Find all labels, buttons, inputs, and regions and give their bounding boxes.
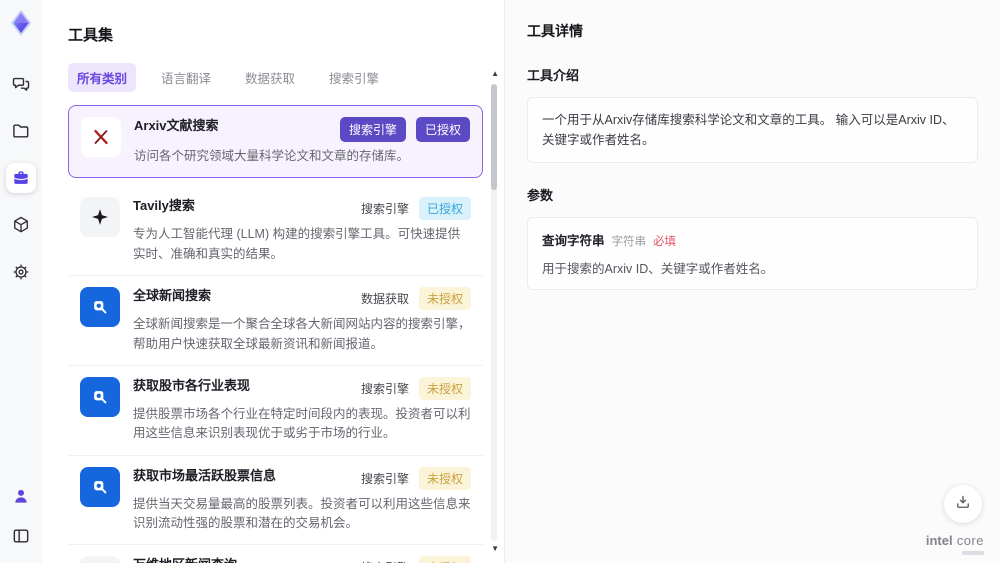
sidebar-bottom (6, 481, 36, 551)
scrollbar-track[interactable] (491, 84, 497, 541)
tool-description: 提供股票市场各个行业在特定时间段内的表现。投资者可以利用这些信息来识别表现优于或… (133, 406, 471, 441)
scroll-up-arrow[interactable]: ▲ (491, 70, 499, 78)
tool-status-badge: 未授权 (418, 466, 471, 490)
sidebar-item-chat[interactable] (6, 69, 36, 99)
arxiv-icon (81, 117, 121, 157)
tool-category-label: 搜索引擎 (339, 117, 406, 142)
brand-core: core (952, 533, 984, 548)
tool-status-badge: 已授权 (418, 197, 471, 221)
tool-status-badge: 已授权 (415, 117, 470, 142)
tool-description: 提供当天交易量最高的股票列表。投资者可以利用这些信息来识别流动性强的股票和潜在的… (133, 496, 471, 530)
intro-heading: 工具介绍 (527, 68, 580, 83)
download-icon (954, 493, 972, 516)
category-tabs: 所有类别 语言翻译 数据获取 搜索引擎 (68, 63, 484, 92)
tool-description: 全球新闻搜索是一个聚合全球各大新闻网站内容的搜索引擎，帮助用户快速获取全球最新资… (133, 317, 471, 351)
tool-card[interactable]: 获取股市各行业表现 搜索引擎 未授权 提供股票市场各个行业在特定时间段内的表现。… (68, 365, 483, 456)
toolbox-icon (11, 168, 31, 188)
sidebar-item-settings[interactable] (6, 257, 36, 287)
tool-category-label: 搜索引擎 (361, 559, 409, 563)
tab-2[interactable]: 数据获取 (236, 63, 304, 92)
sidebar-item-models[interactable] (6, 210, 36, 240)
tool-list-panel: 工具集 所有类别 语言翻译 数据获取 搜索引擎 Arxiv文献搜索 搜索引擎 已授权 … (42, 0, 504, 563)
active-stock-icon (80, 466, 120, 507)
profile-icon (11, 486, 31, 506)
intel-core-logo: intel core (926, 533, 984, 555)
tab-1[interactable]: 语言翻译 (152, 63, 220, 92)
param-required-badge: 必填 (653, 236, 677, 248)
stock-sector-icon (80, 376, 120, 417)
folder-icon (11, 121, 31, 141)
left-sidebar (0, 0, 42, 563)
tool-description: 专为人工智能代理 (LLM) 构建的搜索引擎工具。可快速提供实时、准确和真实的结… (133, 227, 461, 261)
tool-name: Arxiv文献搜索 (134, 118, 219, 133)
tool-name: 全球新闻搜索 (133, 288, 212, 304)
tool-description: 访问各个研究领域大量科学论文和文章的存储库。 (134, 149, 410, 163)
tool-name: 万维地区新闻查询 (133, 556, 361, 563)
sidebar-item-panel-toggle[interactable] (6, 521, 36, 551)
chat-icon (11, 74, 31, 94)
brand-sub-mark (962, 551, 984, 555)
tool-name: Tavily搜索 (133, 198, 195, 214)
newspaper-icon (80, 556, 120, 563)
scroll-down-arrow[interactable]: ▼ (491, 545, 499, 553)
app-logo-icon (7, 9, 35, 37)
tool-card[interactable]: 全球新闻搜索 数据获取 未授权 全球新闻搜索是一个聚合全球各大新闻网站内容的搜索… (68, 276, 483, 366)
sidebar-nav (6, 69, 36, 287)
intro-text: 一个用于从Arxiv存储库搜索科学论文和文章的工具。 输入可以是Arxiv ID… (542, 113, 955, 147)
param-box: 查询字符串 字符串 必填 用于搜索的Arxiv ID、关键字或作者姓名。 (527, 217, 978, 290)
sidebar-item-tools[interactable] (6, 163, 36, 193)
tool-status-badge: 未授权 (418, 376, 471, 400)
tool-card[interactable]: Arxiv文献搜索 搜索引擎 已授权 访问各个研究领域大量科学论文和文章的存储库… (68, 105, 483, 179)
tool-category-label: 数据获取 (360, 292, 409, 307)
tab-0[interactable]: 所有类别 (68, 63, 137, 92)
tool-cards-list: Arxiv文献搜索 搜索引擎 已授权 访问各个研究领域大量科学论文和文章的存储库… (68, 105, 483, 563)
param-type: 字符串 (611, 236, 647, 248)
tool-name: 获取市场最活跃股票信息 (133, 467, 277, 483)
tool-category-label: 搜索引擎 (360, 381, 409, 396)
param-name: 查询字符串 (542, 234, 605, 248)
sidebar-item-files[interactable] (6, 116, 36, 146)
sidebar-item-profile[interactable] (6, 481, 36, 511)
panel-toggle-icon (11, 526, 31, 546)
tool-category-label: 搜索引擎 (360, 202, 409, 217)
intro-box: 一个用于从Arxiv存储库搜索科学论文和文章的工具。 输入可以是Arxiv ID… (527, 97, 978, 163)
tool-detail-panel: 工具详情 工具介绍 一个用于从Arxiv存储库搜索科学论文和文章的工具。 输入可… (504, 0, 1000, 563)
params-heading: 参数 (527, 188, 554, 203)
page-title: 工具集 (68, 27, 114, 44)
tool-name: 获取股市各行业表现 (133, 377, 251, 393)
tool-status-badge: 未授权 (418, 556, 471, 563)
tool-card[interactable]: 获取市场最活跃股票信息 搜索引擎 未授权 提供当天交易量最高的股票列表。投资者可… (68, 455, 483, 546)
news-search-icon (80, 287, 120, 328)
param-description: 用于搜索的Arxiv ID、关键字或作者姓名。 (542, 262, 774, 276)
tab-3[interactable]: 搜索引擎 (320, 63, 388, 92)
brand-intel: intel (925, 533, 953, 548)
detail-panel-title: 工具详情 (527, 23, 583, 39)
tool-card[interactable]: Tavily搜索 搜索引擎 已授权 专为人工智能代理 (LLM) 构建的搜索引擎… (68, 186, 483, 277)
tool-status-badge: 未授权 (418, 287, 471, 311)
download-button[interactable] (944, 485, 982, 523)
tool-category-label: 搜索引擎 (360, 471, 409, 486)
sparkle-icon (80, 197, 120, 238)
package-icon (11, 215, 31, 235)
tool-card[interactable]: 万维地区新闻查询 搜索引擎 未授权 查询具体行政区划内的新闻，快速了解各地新闻动 (68, 545, 483, 563)
scrollbar-thumb[interactable] (491, 84, 497, 190)
gear-icon (11, 262, 31, 282)
